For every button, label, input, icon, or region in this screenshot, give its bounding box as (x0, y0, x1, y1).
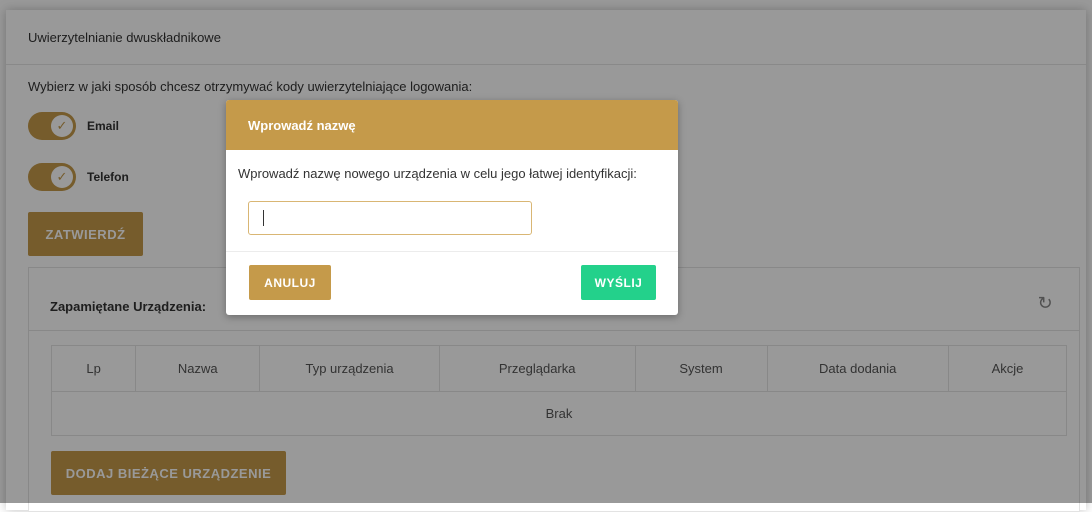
modal-description: Wprowadź nazwę nowego urządzenia w celu … (238, 166, 637, 181)
device-name-input[interactable] (248, 201, 532, 235)
send-button[interactable]: WYŚLIJ (581, 265, 656, 300)
modal-header: Wprowadź nazwę (226, 100, 678, 150)
page: Uwierzytelnianie dwuskładnikowe Wybierz … (0, 0, 1092, 512)
text-cursor (263, 210, 264, 226)
modal-divider (226, 251, 678, 252)
modal-title: Wprowadź nazwę (248, 118, 356, 133)
device-name-modal: Wprowadź nazwę Wprowadź nazwę nowego urz… (226, 100, 678, 315)
cancel-button[interactable]: ANULUJ (249, 265, 331, 300)
